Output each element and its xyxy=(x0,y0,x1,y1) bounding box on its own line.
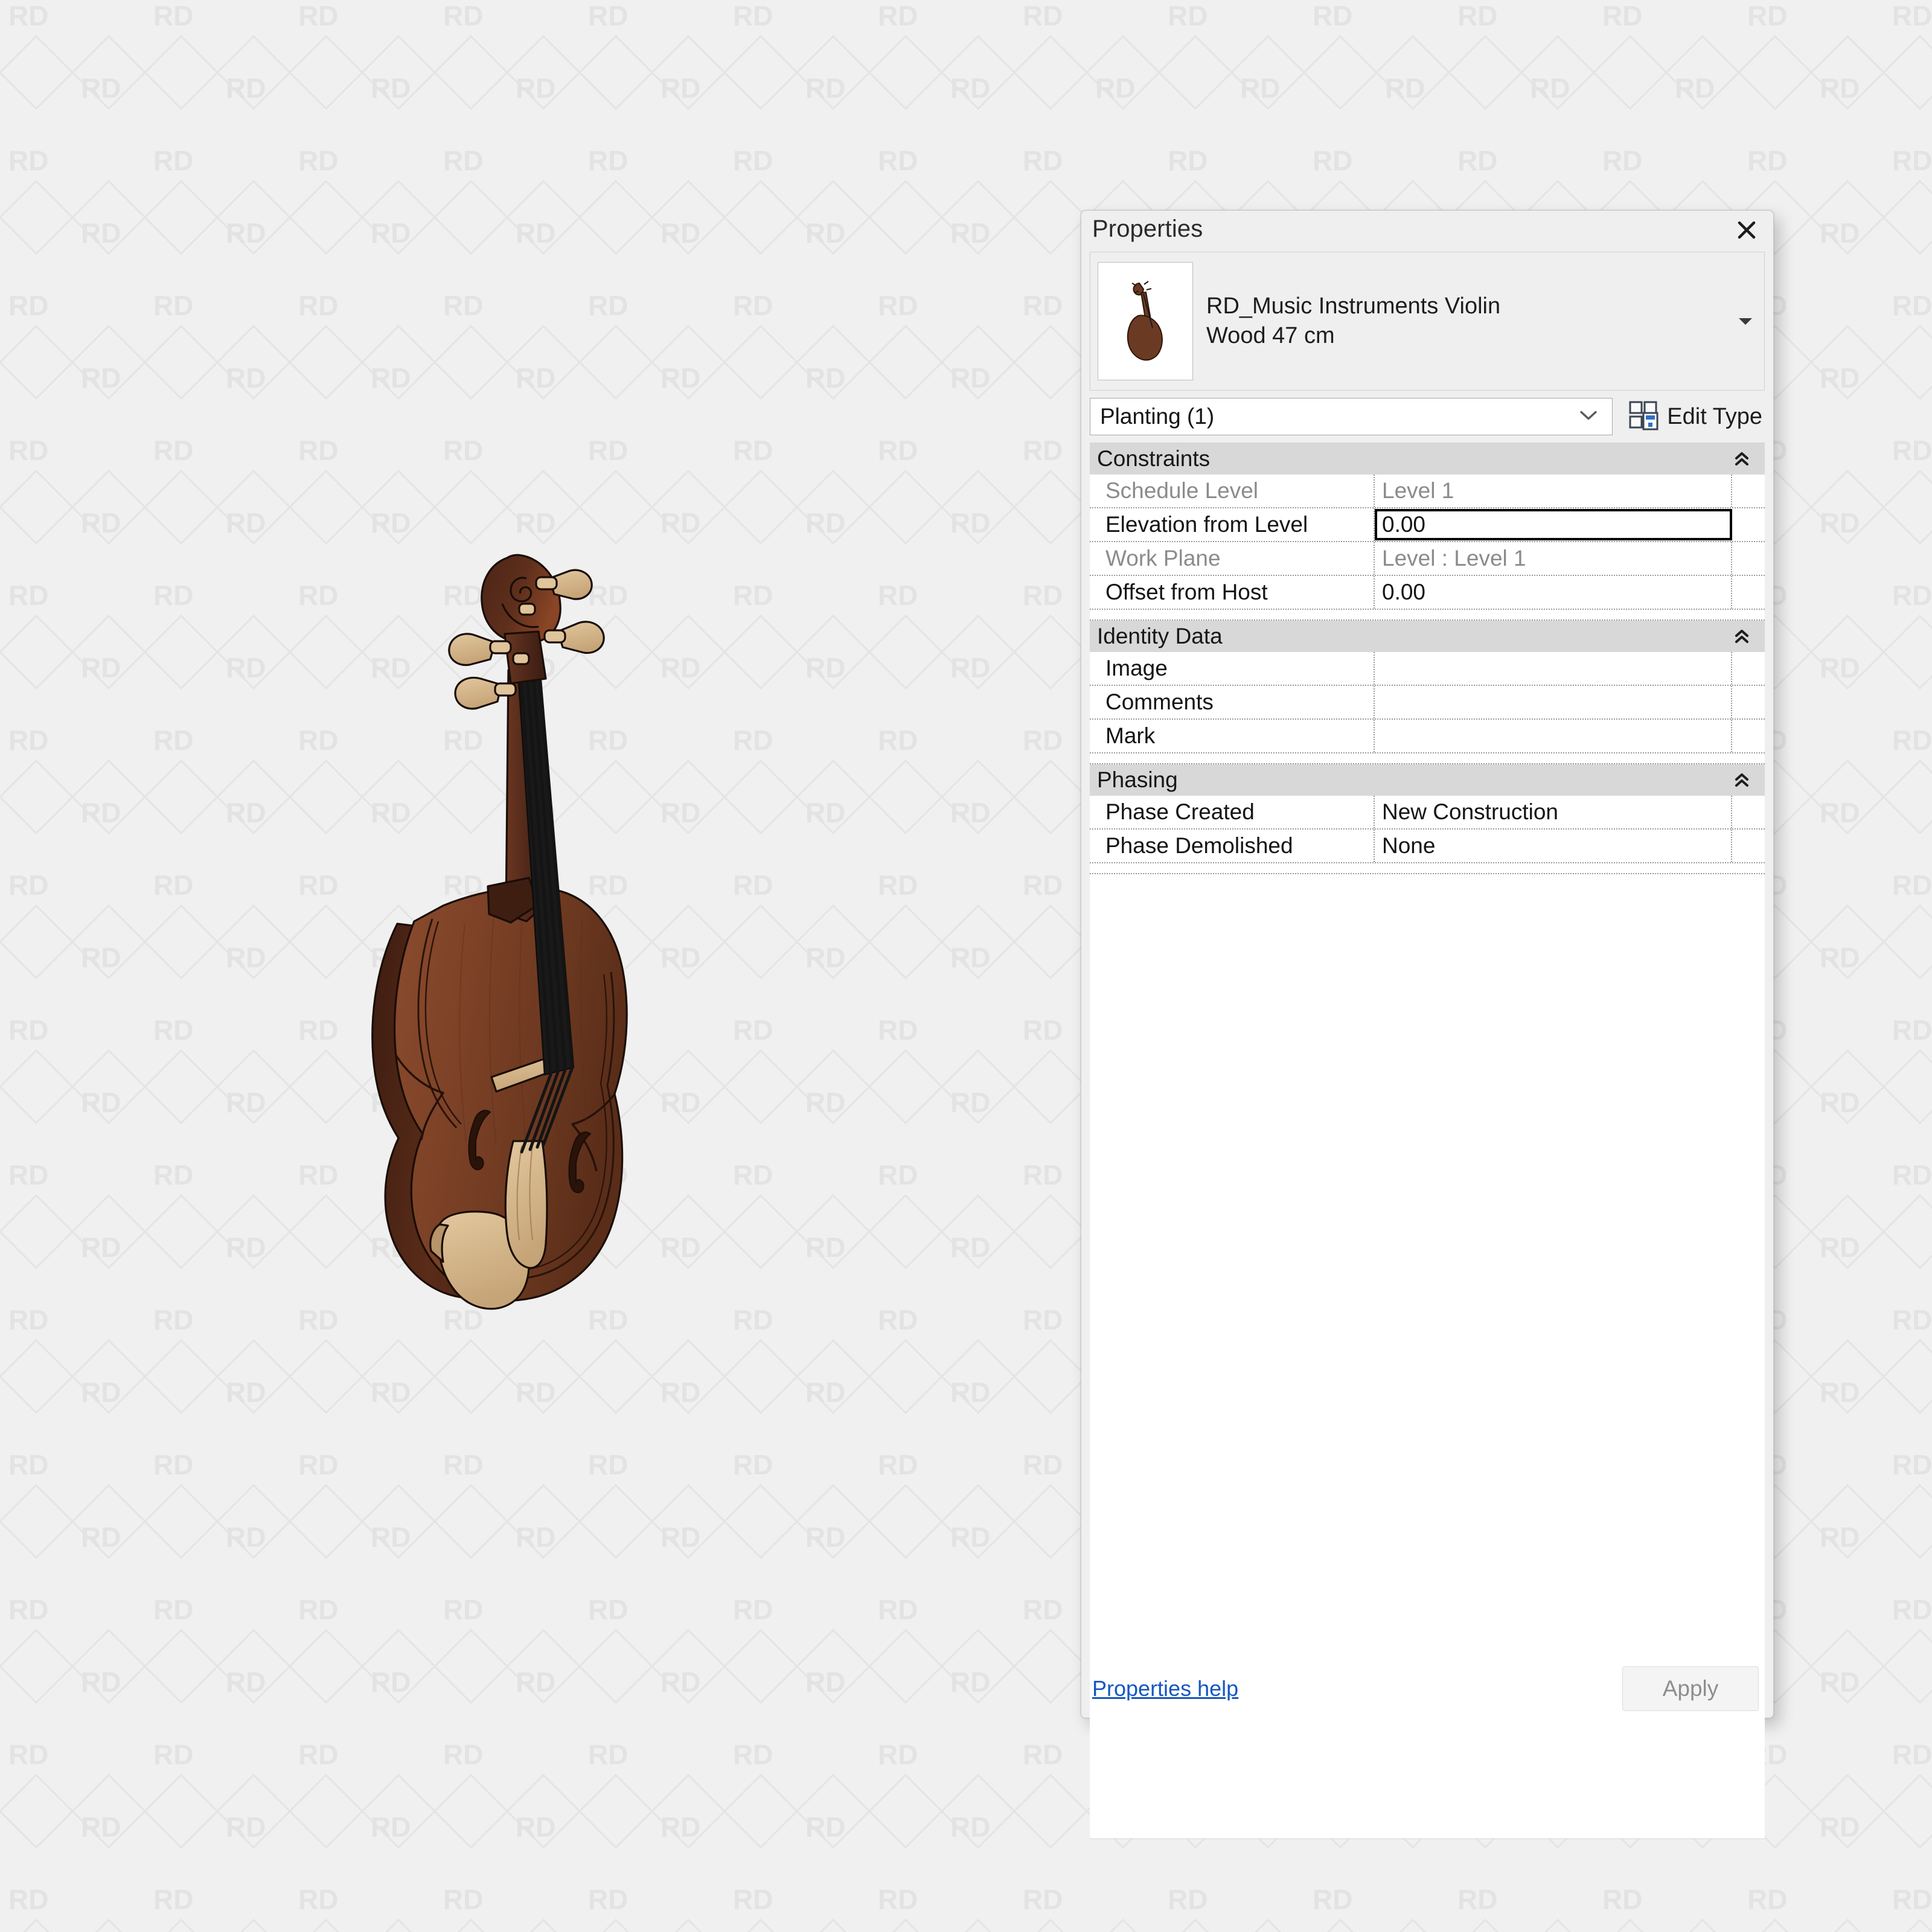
parameter-name: Mark xyxy=(1090,720,1375,752)
parameter-name: Elevation from Level xyxy=(1090,508,1375,541)
parameter-group-header: Identity Data xyxy=(1090,621,1765,652)
parameter-row-gutter xyxy=(1732,508,1765,541)
edit-type-label: Edit Type xyxy=(1667,404,1762,430)
parameter-row[interactable]: Schedule LevelLevel 1 xyxy=(1090,475,1765,508)
parameter-value[interactable] xyxy=(1375,720,1732,752)
parameter-value: Level 1 xyxy=(1375,475,1732,507)
parameter-name: Phase Created xyxy=(1090,796,1375,828)
parameter-group-spacer xyxy=(1090,753,1765,764)
parameter-row[interactable]: Comments xyxy=(1090,686,1765,720)
edit-type-icon xyxy=(1628,400,1660,434)
properties-palette: Properties xyxy=(1081,210,1774,1718)
violin-3d-model xyxy=(314,513,724,1389)
apply-button[interactable]: Apply xyxy=(1622,1666,1759,1711)
parameter-group-spacer xyxy=(1090,610,1765,621)
application-canvas: RD RD xyxy=(0,0,1932,1932)
violin-thumbnail xyxy=(1098,262,1193,380)
parameter-value[interactable]: 0.00 xyxy=(1375,509,1732,540)
parameter-row[interactable]: Work PlaneLevel : Level 1 xyxy=(1090,542,1765,576)
parameter-table: Constraints Schedule LevelLevel 1Elevatio… xyxy=(1090,443,1765,874)
parameter-name: Image xyxy=(1090,652,1375,685)
panel-footer: Properties help Apply xyxy=(1081,1660,1773,1718)
parameter-group-header: Phasing xyxy=(1090,764,1765,796)
parameter-name: Work Plane xyxy=(1090,542,1375,575)
properties-help-link[interactable]: Properties help xyxy=(1092,1676,1238,1701)
parameter-group-header: Constraints xyxy=(1090,443,1765,475)
parameter-row-gutter xyxy=(1732,686,1765,718)
chevron-down-icon xyxy=(1578,409,1599,425)
parameter-name: Comments xyxy=(1090,686,1375,718)
parameter-row-gutter xyxy=(1732,542,1765,575)
parameter-value[interactable] xyxy=(1375,652,1732,685)
category-select-value: Planting (1) xyxy=(1100,404,1214,429)
close-icon[interactable] xyxy=(1731,214,1762,246)
parameter-row-gutter xyxy=(1732,720,1765,752)
type-name: Wood 47 cm xyxy=(1206,321,1764,351)
caret-down-icon[interactable] xyxy=(1735,311,1756,331)
panel-titlebar: Properties xyxy=(1081,211,1773,248)
parameter-value[interactable] xyxy=(1375,686,1732,718)
parameter-group-label: Identity Data xyxy=(1097,624,1223,649)
parameter-row[interactable]: Phase DemolishedNone xyxy=(1090,830,1765,863)
family-name: RD_Music Instruments Violin xyxy=(1206,292,1764,321)
parameter-name: Offset from Host xyxy=(1090,576,1375,609)
type-preview-box[interactable]: RD_Music Instruments Violin Wood 47 cm xyxy=(1090,252,1765,391)
panel-title: Properties xyxy=(1092,216,1203,242)
parameter-value[interactable]: 0.00 xyxy=(1375,576,1732,609)
parameter-row[interactable]: Mark xyxy=(1090,720,1765,753)
parameter-row-gutter xyxy=(1732,475,1765,507)
parameter-value: Level : Level 1 xyxy=(1375,542,1732,575)
type-selector-row: Planting (1) xyxy=(1090,398,1765,435)
apply-button-label: Apply xyxy=(1663,1676,1719,1701)
parameter-row[interactable]: Phase CreatedNew Construction xyxy=(1090,796,1765,830)
edit-type-button[interactable]: Edit Type xyxy=(1626,398,1765,435)
parameter-row[interactable]: Elevation from Level0.00 xyxy=(1090,508,1765,542)
parameter-value[interactable]: None xyxy=(1375,830,1732,862)
parameter-row-gutter xyxy=(1732,652,1765,685)
double-chevron-up-icon[interactable] xyxy=(1731,769,1753,791)
parameter-row[interactable]: Offset from Host0.00 xyxy=(1090,576,1765,610)
parameter-group-spacer xyxy=(1090,863,1765,874)
double-chevron-up-icon[interactable] xyxy=(1731,448,1753,470)
parameter-value[interactable]: New Construction xyxy=(1375,796,1732,828)
parameter-row-gutter xyxy=(1732,576,1765,609)
type-preview-labels: RD_Music Instruments Violin Wood 47 cm xyxy=(1206,292,1764,350)
parameter-group-label: Constraints xyxy=(1097,446,1210,472)
parameter-row[interactable]: Image xyxy=(1090,652,1765,686)
category-select[interactable]: Planting (1) xyxy=(1090,398,1613,435)
parameter-name: Schedule Level xyxy=(1090,475,1375,507)
parameter-group-label: Phasing xyxy=(1097,767,1178,793)
parameter-row-gutter xyxy=(1732,796,1765,828)
parameter-row-gutter xyxy=(1732,830,1765,862)
parameter-name: Phase Demolished xyxy=(1090,830,1375,862)
double-chevron-up-icon[interactable] xyxy=(1731,625,1753,647)
